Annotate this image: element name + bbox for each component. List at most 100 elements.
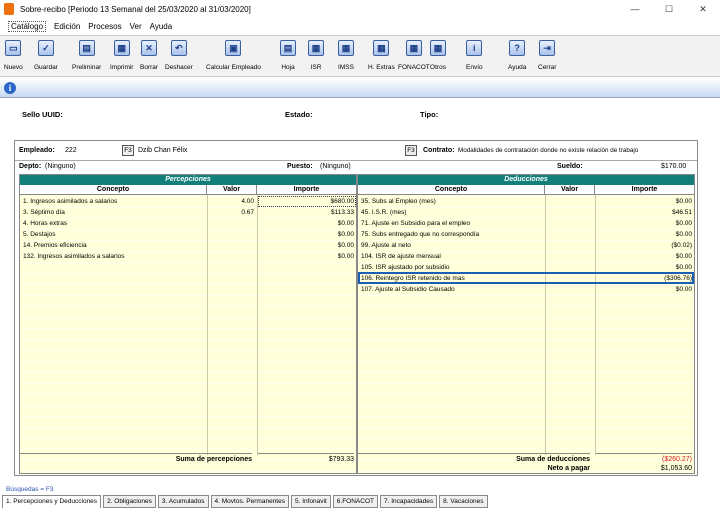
concept-cell[interactable]: 106. Reintegro ISR retenido de mas [361, 273, 544, 284]
value-cell[interactable] [208, 229, 254, 240]
bottom-tabs: 1. Percepciones y Deducciones 2. Obligaci… [2, 495, 490, 508]
employee-name: Dzib Chan Félix [138, 147, 188, 154]
minimize-button[interactable]: — [618, 0, 652, 18]
receipt-panel: Empleado: 222 F3 Dzib Chan Félix F3 Cont… [14, 140, 698, 476]
amount-cell[interactable]: $0.00 [596, 229, 692, 240]
menu-catalogo[interactable]: Catálogo [8, 20, 47, 32]
value-cell[interactable] [546, 273, 592, 284]
percepciones-title: Percepciones [20, 175, 356, 185]
toolbar-hoja-button[interactable]: ▤ Hoja [280, 40, 296, 71]
value-cell[interactable] [546, 262, 592, 273]
concept-cell[interactable]: 14. Premios eficiencia [23, 240, 206, 251]
menu-procesos[interactable]: Procesos [88, 22, 121, 31]
toolbar-label: Nuevo [4, 64, 23, 71]
depto-value: (Ninguno) [45, 163, 76, 170]
toolbar-label: Deshacer [165, 64, 193, 71]
menu-bar: Catálogo Edición Procesos Ver Ayuda [0, 18, 720, 34]
toolbar-imprimir-button[interactable]: ▦ Imprimir [110, 40, 133, 71]
toolbar-ayuda-button[interactable]: ? Ayuda [508, 40, 526, 71]
value-cell[interactable] [546, 229, 592, 240]
employee-code-input[interactable]: 222 [65, 147, 77, 154]
amount-cell[interactable]: $0.00 [596, 284, 692, 295]
concept-cell[interactable]: 107. Ajuste al Subsidio Causado [361, 284, 544, 295]
amount-cell[interactable]: $0.00 [596, 218, 692, 229]
depto-row: Depto: (Ninguno) Puesto: (Ninguno) Sueld… [15, 160, 697, 172]
value-cell[interactable] [208, 251, 254, 262]
value-cell[interactable] [546, 284, 592, 295]
tab-8[interactable]: 8. Vacaciones [439, 495, 488, 508]
amount-cell[interactable]: $0.00 [596, 262, 692, 273]
concept-cell[interactable]: 99. Ajuste al neto [361, 240, 544, 251]
tab-4[interactable]: 4. Movtos. Permanentes [210, 495, 289, 508]
perc-total-value: $793.33 [258, 453, 354, 464]
percepciones-table: Percepciones Concepto Valor Importe Suma… [19, 174, 357, 474]
toolbar-label: Calcular Empleado [206, 64, 261, 71]
toolbar-cerrar-button[interactable]: ⇥ Cerrar [538, 40, 556, 71]
tipo-label: Tipo: [420, 110, 439, 119]
value-cell[interactable] [546, 240, 592, 251]
toolbar-isr-button[interactable]: ▦ ISR [308, 40, 324, 71]
employee-f3-button[interactable]: F3 [122, 145, 134, 156]
amount-cell[interactable]: $0.00 [258, 229, 354, 240]
amount-cell[interactable]: $0.00 [258, 218, 354, 229]
concept-cell[interactable]: 71. Ajuste en Subsidio para el empleo [361, 218, 544, 229]
value-cell[interactable] [546, 207, 592, 218]
toolbar-preliminar-button[interactable]: ▤ Preliminar [72, 40, 101, 71]
tab-3[interactable]: 3. Acumulados [157, 495, 209, 508]
tab-5[interactable]: 5. Infonavit [290, 495, 331, 508]
info-icon[interactable]: i [4, 82, 16, 94]
toolbar-otros-button[interactable]: ▦ Otros [430, 40, 446, 71]
concept-cell[interactable]: 5. Destajos [23, 229, 206, 240]
amount-cell[interactable]: ($0.02) [596, 240, 692, 251]
tab-2[interactable]: 2. Obligaciones [103, 495, 156, 508]
value-cell[interactable]: 4.00 [208, 196, 254, 207]
toolbar-label: Hoja [281, 64, 295, 71]
menu-ver[interactable]: Ver [130, 22, 142, 31]
estado-label: Estado: [285, 110, 313, 119]
value-cell[interactable]: 0.67 [208, 207, 254, 218]
value-cell[interactable] [208, 240, 254, 251]
toolbar-fonacot-button[interactable]: ▦ FONACOT [398, 40, 430, 71]
toolbar-imss-button[interactable]: ▦ IMSS [338, 40, 354, 71]
value-cell[interactable] [208, 218, 254, 229]
toolbar-nuevo-button[interactable]: ▭ Nuevo [4, 40, 23, 71]
contrato-f3-button[interactable]: F3 [405, 145, 417, 156]
concept-cell[interactable]: 104. ISR de ajuste mensual [361, 251, 544, 262]
concept-cell[interactable]: 105. ISR ajustado por subsidio [361, 262, 544, 273]
toolbar-deshacer-button[interactable]: ↶ Deshacer [165, 40, 193, 71]
concept-cell[interactable]: 132. Ingresos asimilados a salarios [23, 251, 206, 262]
toolbar-label: Guardar [34, 64, 58, 71]
concept-cell[interactable]: 4. Horas extras [23, 218, 206, 229]
amount-cell[interactable]: $113.33 [258, 207, 354, 218]
concept-cell[interactable]: 75. Subs entregado que no correspondía [361, 229, 544, 240]
toolbar-calcular-empleado-button[interactable]: ▣ Calcular Empleado [206, 40, 261, 71]
concept-cell[interactable]: 3. Séptimo día [23, 207, 206, 218]
toolbar-borrar-button[interactable]: ✕ Borrar [140, 40, 158, 71]
amount-cell[interactable]: $0.00 [258, 240, 354, 251]
toolbar-env-o-button[interactable]: i Envío [466, 40, 483, 71]
menu-ayuda[interactable]: Ayuda [150, 22, 173, 31]
amount-cell[interactable]: ($306.76) [596, 273, 692, 284]
menu-edicion[interactable]: Edición [54, 22, 80, 31]
sueldo-label: Sueldo: [557, 163, 583, 170]
amount-cell[interactable]: $0.00 [596, 251, 692, 262]
close-button[interactable]: ✕ [686, 0, 720, 18]
value-cell[interactable] [546, 196, 592, 207]
amount-cell[interactable]: $0.00 [258, 251, 354, 262]
concept-cell[interactable]: 45. I.S.R. (mes) [361, 207, 544, 218]
amount-cell[interactable]: $680.00 [258, 196, 355, 207]
value-cell[interactable] [546, 218, 592, 229]
value-cell[interactable] [546, 251, 592, 262]
window-title: Sobre-recibo [Periodo 13 Semanal del 25/… [20, 4, 251, 14]
tab-1[interactable]: 1. Percepciones y Deducciones [2, 495, 102, 508]
toolbar-guardar-button[interactable]: ✓ Guardar [34, 40, 58, 71]
maximize-button[interactable]: ☐ [652, 0, 686, 18]
concept-cell[interactable]: 1. Ingresos asimilados a salarios [23, 196, 206, 207]
fonacot-icon: ▦ [405, 40, 422, 56]
tab-6[interactable]: 6.FONACOT [332, 495, 378, 508]
amount-cell[interactable]: $0.00 [596, 196, 692, 207]
toolbar-h-extras-button[interactable]: ▦ H. Extras [368, 40, 395, 71]
amount-cell[interactable]: $46.51 [596, 207, 692, 218]
concept-cell[interactable]: 35. Subs al Empleo (mes) [361, 196, 544, 207]
tab-7[interactable]: 7. Incapacidades [379, 495, 438, 508]
